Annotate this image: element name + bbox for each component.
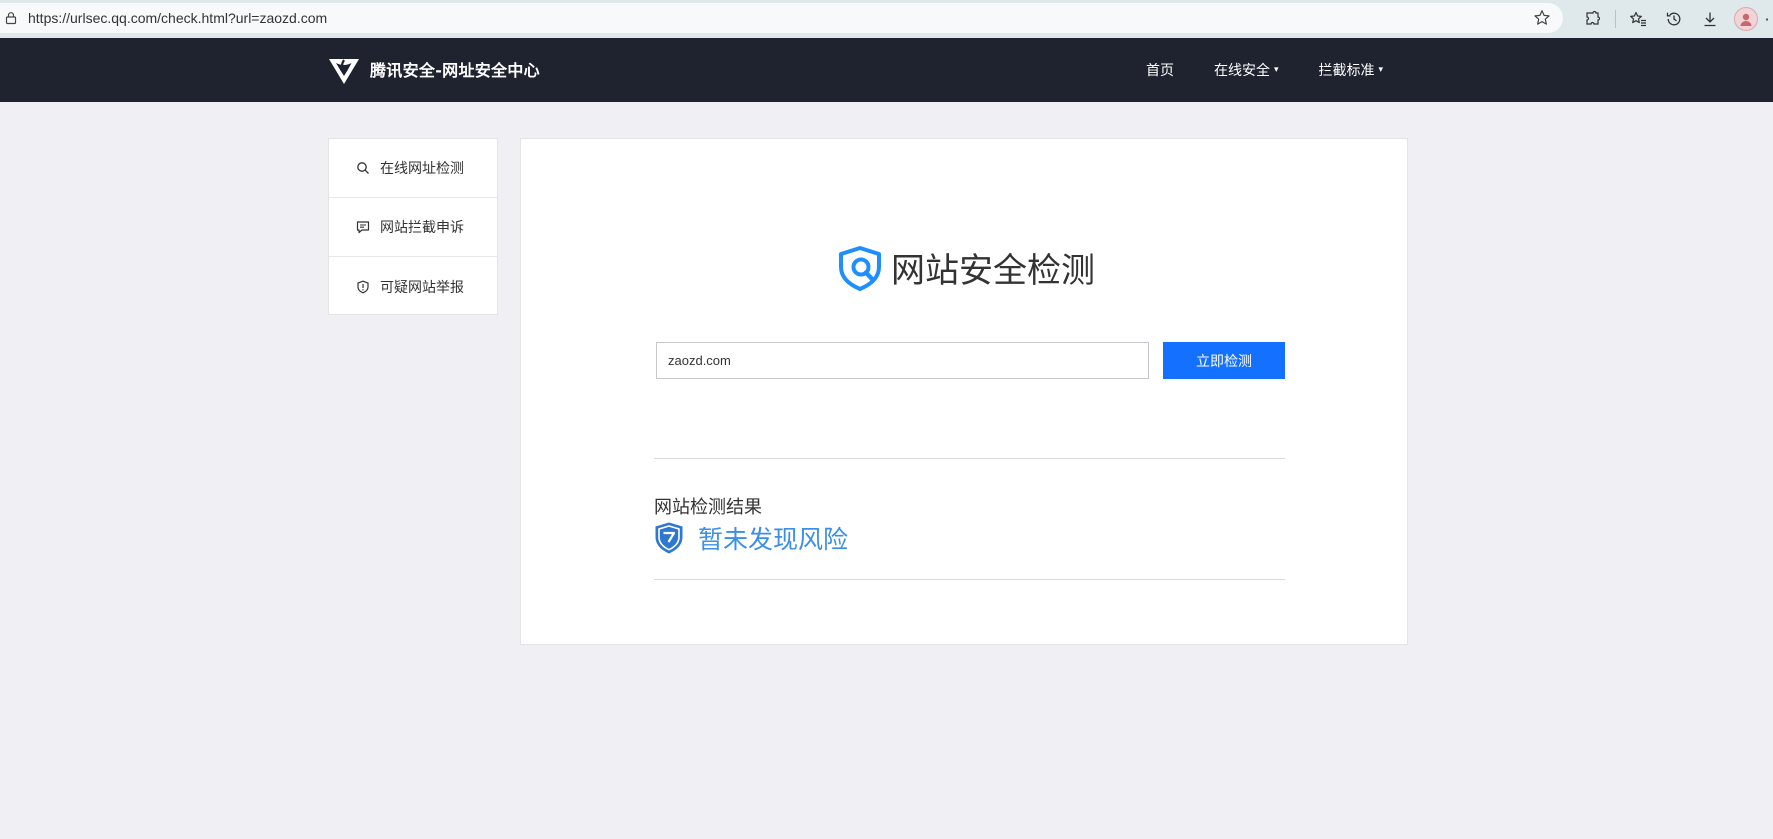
- page-title-text: 网站安全检测: [891, 251, 1095, 291]
- url-input[interactable]: [656, 342, 1149, 379]
- result-status: 暂未发现风险: [654, 520, 848, 556]
- site-logo-text: 腾讯安全-网址安全中心: [370, 61, 540, 80]
- nav-home-label: 首页: [1146, 63, 1174, 79]
- nav-online-security[interactable]: 在线安全 ▾: [1214, 60, 1279, 80]
- divider: [654, 458, 1285, 459]
- message-icon: [356, 221, 370, 234]
- search-icon: [357, 162, 369, 174]
- result-text: 暂未发现风险: [698, 525, 849, 554]
- toolbar-divider: [1615, 10, 1616, 28]
- chevron-down-icon: ▾: [1378, 65, 1384, 75]
- nav-block-standards[interactable]: 拦截标准 ▾: [1319, 60, 1384, 80]
- sidebar-item-appeal[interactable]: 网站拦截申诉: [329, 198, 497, 257]
- more-options-icon[interactable]: ·: [1762, 10, 1772, 29]
- sidebar-item-label: 可疑网站举报: [380, 279, 464, 296]
- sidebar-item-label: 在线网址检测: [380, 161, 464, 177]
- nav-home[interactable]: 首页: [1146, 60, 1174, 80]
- avatar[interactable]: [1734, 7, 1758, 31]
- shield-icon: [357, 280, 369, 293]
- tencent-security-logo-icon: [329, 59, 359, 84]
- address-bar-url[interactable]: https://urlsec.qq.com/check.html?url=zao…: [28, 10, 327, 26]
- download-icon: [1704, 12, 1716, 27]
- check-button[interactable]: 立即检测: [1163, 342, 1285, 379]
- page-title: 网站安全检测: [837, 243, 1095, 292]
- sidebar-item-report[interactable]: 可疑网站举报: [329, 257, 497, 316]
- main-card: 网站安全检测 立即检测 网站检测结果 暂未发现风险: [520, 138, 1408, 645]
- extensions-button[interactable]: [1575, 1, 1611, 37]
- divider: [654, 579, 1285, 580]
- history-icon: [1666, 12, 1681, 26]
- browser-toolbar: https://urlsec.qq.com/check.html?url=zao…: [0, 0, 1773, 38]
- sidebar-item-url-check[interactable]: 在线网址检测: [329, 139, 497, 198]
- shield-search-icon: [839, 245, 881, 291]
- site-header: 腾讯安全-网址安全中心 首页 在线安全 ▾ 拦截标准 ▾: [0, 38, 1773, 102]
- nav-block-standards-label: 拦截标准: [1318, 63, 1375, 79]
- history-button[interactable]: [1656, 1, 1692, 37]
- star-icon[interactable]: [1533, 9, 1551, 27]
- lock-icon[interactable]: [4, 11, 18, 25]
- chevron-down-icon: ▾: [1274, 65, 1279, 75]
- favorites-button[interactable]: [1620, 1, 1656, 37]
- site-logo[interactable]: 腾讯安全-网址安全中心: [327, 52, 540, 86]
- profile-icon: [1740, 13, 1752, 26]
- sidebar-item-label: 网站拦截申诉: [380, 220, 464, 236]
- extensions-icon: [1586, 10, 1601, 25]
- favorites-icon: [1630, 11, 1646, 27]
- sidebar: 在线网址检测 网站拦截申诉 可疑网站举报: [328, 138, 498, 315]
- download-button[interactable]: [1692, 1, 1728, 37]
- nav-online-security-label: 在线安全: [1214, 63, 1270, 79]
- address-bar[interactable]: https://urlsec.qq.com/check.html?url=zao…: [0, 3, 1563, 33]
- result-label: 网站检测结果: [654, 497, 762, 518]
- shield-check-icon: [655, 522, 683, 554]
- main-nav: 首页 在线安全 ▾ 拦截标准 ▾: [1146, 38, 1423, 102]
